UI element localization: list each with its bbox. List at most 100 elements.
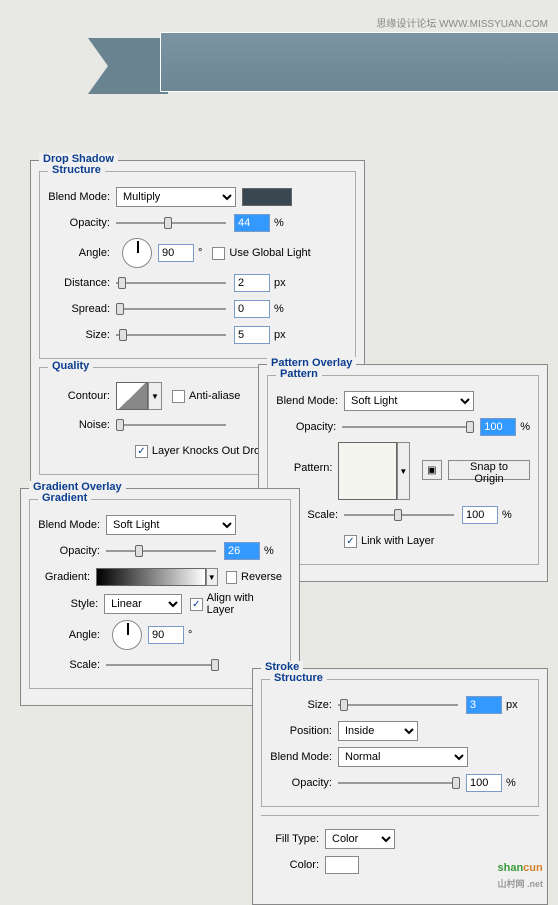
size-label: Size: [270,699,338,711]
opacity-label: Opacity: [270,777,338,789]
opacity-label: Opacity: [276,421,342,433]
unit: px [274,329,286,341]
angle-dial[interactable] [122,238,152,268]
unit: % [264,545,274,557]
watermark-text: 思缘设计论坛 WWW.MISSYUAN.COM [376,15,548,30]
blend-mode-select[interactable]: Soft Light [106,515,236,535]
blend-mode-label: Blend Mode: [276,395,344,407]
antialias-label: Anti-aliase [189,390,240,402]
fill-type-select[interactable]: Color [325,829,395,849]
gradient-group: Gradient Blend Mode: Soft Light Opacity:… [29,499,291,689]
new-pattern-icon[interactable]: ▣ [422,460,442,480]
spread-label: Spread: [48,303,116,315]
spread-input[interactable] [234,300,270,318]
group-title: Structure [48,164,105,176]
size-input[interactable] [234,326,270,344]
opacity-input[interactable] [466,774,502,792]
group-title: Quality [48,360,93,372]
opacity-slider[interactable] [342,418,472,436]
position-select[interactable]: Inside [338,721,418,741]
contour-label: Contour: [48,390,116,402]
align-checkbox[interactable] [190,598,203,611]
noise-slider[interactable] [116,416,226,434]
opacity-slider[interactable] [116,214,226,232]
style-select[interactable]: Linear [104,594,182,614]
align-label: Align with Layer [207,592,282,616]
distance-label: Distance: [48,277,116,289]
angle-input[interactable] [158,244,194,262]
logo: shancun 山村网 .net [497,854,543,890]
global-light-label: Use Global Light [229,247,310,259]
distance-input[interactable] [234,274,270,292]
blend-mode-label: Blend Mode: [270,751,338,763]
unit: ° [198,247,202,259]
ribbon-tail [108,38,168,94]
unit: % [274,303,284,315]
scale-input[interactable] [462,506,498,524]
global-light-checkbox[interactable] [212,247,225,260]
ribbon-banner [160,32,558,92]
size-input[interactable] [466,696,502,714]
link-layer-checkbox[interactable] [344,535,357,548]
blend-mode-label: Blend Mode: [48,191,116,203]
angle-input[interactable] [148,626,184,644]
unit: % [506,777,516,789]
size-label: Size: [48,329,116,341]
unit: % [274,217,284,229]
opacity-label: Opacity: [48,217,116,229]
opacity-label: Opacity: [38,545,106,557]
scale-slider[interactable] [344,506,454,524]
contour-picker[interactable] [116,382,148,410]
size-slider[interactable] [116,326,226,344]
group-title: Gradient [38,492,91,504]
gradient-dropdown-icon[interactable]: ▼ [206,568,218,586]
opacity-slider[interactable] [106,542,216,560]
layer-knocks-label: Layer Knocks Out Dro [152,445,260,457]
pattern-label: Pattern: [276,442,338,474]
unit: % [502,509,512,521]
pattern-picker[interactable] [338,442,396,500]
spread-slider[interactable] [116,300,226,318]
opacity-input[interactable] [224,542,260,560]
opacity-input[interactable] [480,418,516,436]
unit: px [506,699,518,711]
distance-slider[interactable] [116,274,226,292]
pattern-group: Pattern Blend Mode: Soft Light Opacity: … [267,375,539,565]
angle-dial[interactable] [112,620,142,650]
layer-knocks-checkbox[interactable] [135,445,148,458]
shadow-color-swatch[interactable] [242,188,292,206]
group-title: Structure [270,672,327,684]
scale-slider[interactable] [106,656,216,674]
scale-label: Scale: [38,659,106,671]
angle-label: Angle: [38,629,106,641]
unit: ° [188,629,192,641]
style-label: Style: [38,598,104,610]
reverse-checkbox[interactable] [226,571,237,584]
structure-group: Structure Blend Mode: Multiply Opacity: … [39,171,356,359]
pattern-dropdown-icon[interactable]: ▼ [397,442,410,500]
noise-label: Noise: [48,419,116,431]
size-slider[interactable] [338,696,458,714]
unit: px [274,277,286,289]
opacity-input[interactable] [234,214,270,232]
blend-mode-select[interactable]: Multiply [116,187,236,207]
blend-mode-select[interactable]: Soft Light [344,391,474,411]
antialias-checkbox[interactable] [172,390,185,403]
stroke-color-swatch[interactable] [325,856,359,874]
structure-group: Structure Size: px Position: Inside Blen… [261,679,539,807]
color-label: Color: [269,859,325,871]
pattern-overlay-panel: Pattern Overlay Pattern Blend Mode: Soft… [258,364,548,582]
blend-mode-select[interactable]: Normal [338,747,468,767]
contour-dropdown-icon[interactable]: ▼ [148,382,162,410]
gradient-picker[interactable] [96,568,206,586]
snap-origin-button[interactable]: Snap to Origin [448,460,530,480]
gradient-label: Gradient: [38,571,96,583]
group-title: Pattern [276,368,322,380]
blend-mode-label: Blend Mode: [38,519,106,531]
angle-label: Angle: [48,247,116,259]
opacity-slider[interactable] [338,774,458,792]
link-layer-label: Link with Layer [361,535,434,547]
fill-type-label: Fill Type: [269,833,325,845]
position-label: Position: [270,725,338,737]
reverse-label: Reverse [241,571,282,583]
